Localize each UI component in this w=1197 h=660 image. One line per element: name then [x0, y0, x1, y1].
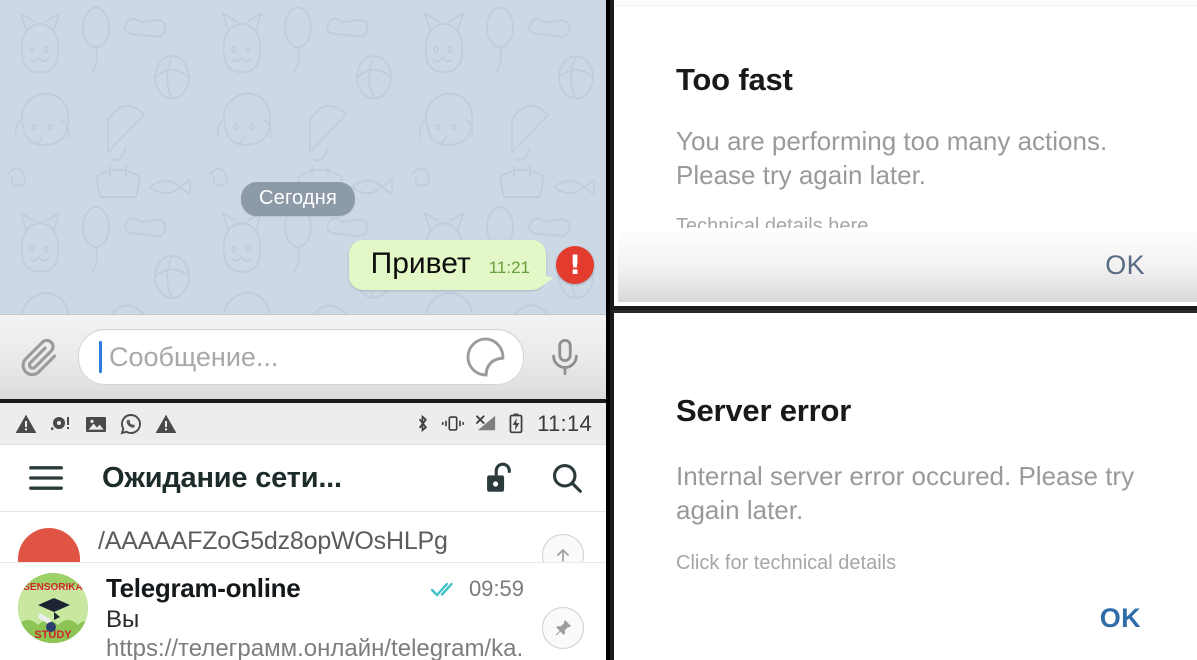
dialog-content: Too fast You are performing too many act…: [614, 62, 1197, 238]
list-item[interactable]: /AAAAAFZoG5dz8opWOsHLPg: [0, 512, 606, 563]
dialog-title: Too fast: [676, 62, 793, 97]
message-bubble[interactable]: Привет 11:21: [348, 240, 554, 290]
list-item-header: Telegram-online 09:59: [106, 573, 524, 604]
image-icon: [86, 416, 106, 432]
paperclip-icon: [21, 338, 57, 377]
search-icon[interactable]: [550, 461, 584, 495]
list-item-actions: [542, 573, 584, 649]
list-item-preview: https://телеграмм.онлайн/telegram/ka...: [106, 634, 524, 660]
server-error-dialog: Server error Internal server error occur…: [610, 310, 1197, 660]
message-input-placeholder: Сообщение...: [109, 341, 279, 372]
avatar: SENSORIKA STUDY: [18, 573, 88, 643]
dialog-message: Internal server error occured. Please tr…: [676, 461, 1135, 526]
list-item-title: Telegram-online: [106, 573, 301, 603]
vibrate-icon: [442, 416, 465, 431]
whatsapp-icon: [120, 413, 141, 434]
dialog-title: Server error: [676, 393, 852, 428]
dialog-technical-details[interactable]: Click for technical details: [676, 552, 1135, 575]
pin-glyph-icon: [555, 620, 571, 636]
outgoing-message-row: Привет 11:21 !: [348, 240, 594, 290]
list-item-time: 09:59: [468, 575, 524, 601]
attach-button[interactable]: [0, 335, 78, 379]
dialog-top-sliver: [614, 0, 1197, 6]
share-arrow-icon[interactable]: [542, 534, 584, 562]
list-item-preview: /AAAAAFZoG5dz8opWOsHLPg: [98, 527, 448, 555]
avatar: [18, 528, 80, 562]
warning-triangle-icon: [155, 414, 177, 433]
sticker-icon[interactable]: [463, 334, 509, 380]
message-time: 11:21: [488, 258, 530, 277]
status-bar-clock: 11:14: [537, 410, 592, 436]
date-separator: Сегодня: [241, 182, 356, 216]
too-fast-dialog: Too fast You are performing too many act…: [610, 0, 1197, 310]
dialog-message: You are performing too many actions. Ple…: [676, 126, 1108, 191]
message-input[interactable]: Сообщение...: [78, 329, 524, 385]
ok-button[interactable]: OK: [1100, 603, 1141, 634]
list-item[interactable]: SENSORIKA STUDY Telegram-online 09:59 Вы…: [0, 563, 606, 660]
list-item-sender: Вы: [106, 606, 140, 633]
message-error-icon[interactable]: !: [556, 246, 594, 284]
screenshot-composite: Сегодня Привет 11:21 ! Сообщение... 11:1…: [0, 0, 1197, 660]
chat-message-scroll[interactable]: Сегодня Привет 11:21 !: [0, 0, 606, 315]
voice-record-button[interactable]: [524, 336, 606, 378]
chat-list-appbar: Ожидание сети...: [0, 445, 606, 512]
page-title: Ожидание сети...: [102, 461, 342, 494]
message-text: Привет: [370, 247, 471, 280]
alert-disc-icon: [51, 416, 69, 430]
battery-charging-icon: [509, 413, 523, 434]
double-check-icon: [430, 582, 453, 596]
telegram-chat-panel: Сегодня Привет 11:21 ! Сообщение...: [0, 0, 606, 399]
pin-icon[interactable]: [542, 607, 584, 649]
dialog-content: Server error Internal server error occur…: [614, 393, 1197, 575]
microphone-icon: [552, 338, 578, 376]
android-status-bar: 11:14: [0, 403, 606, 445]
status-bar-right-group: 11:14: [413, 411, 592, 437]
message-composer: Сообщение...: [0, 314, 606, 399]
list-item-meta: 09:59: [430, 576, 524, 602]
dialog-footer: OK: [618, 228, 1197, 302]
no-signal-icon: [476, 415, 496, 431]
bluetooth-icon: [419, 414, 428, 433]
hamburger-menu-icon[interactable]: [26, 464, 66, 492]
telegram-chat-list-panel: 11:14 Ожидание сети... /AAAAAFZoG5dz8opW…: [0, 399, 606, 660]
appbar-actions: [483, 461, 584, 495]
unlock-padlock-icon[interactable]: [483, 461, 516, 495]
warning-triangle-icon: [15, 414, 37, 433]
svg-text:SENSORIKA: SENSORIKA: [23, 582, 82, 593]
ok-button[interactable]: OK: [1105, 250, 1145, 281]
text-cursor: [99, 341, 102, 373]
list-item-main: Telegram-online 09:59 Вы https://телегра…: [106, 573, 524, 660]
chat-list-rows: /AAAAAFZoG5dz8opWOsHLPg SENSORIKA STUDY …: [0, 512, 606, 660]
dialog-footer: OK: [618, 590, 1197, 646]
